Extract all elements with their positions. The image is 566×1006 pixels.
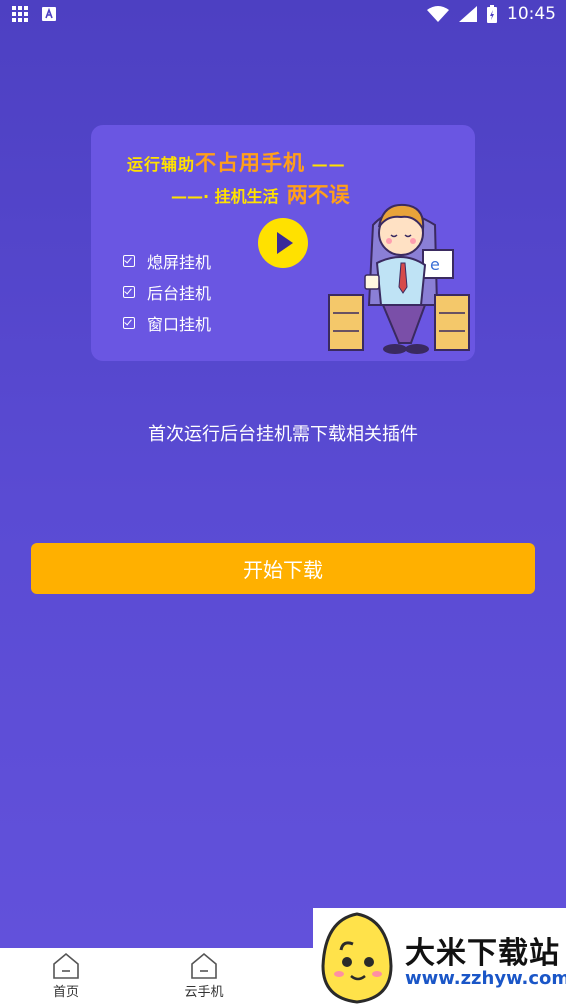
svg-text:e: e — [430, 255, 440, 274]
play-icon[interactable] — [258, 218, 308, 268]
feature-label: 窗口挂机 — [147, 314, 212, 334]
nav-item-home[interactable]: 首页 — [26, 952, 106, 1000]
feature-label: 熄屏挂机 — [147, 252, 212, 272]
slogan-line2: ——· 挂机生活 两不误 — [171, 183, 350, 207]
wifi-icon — [427, 6, 449, 22]
watermark: 大米下载站 www.zzhyw.com — [313, 908, 566, 1006]
nav-label-home: 首页 — [52, 985, 79, 1000]
slogan-line2-prefix: 挂机生活 — [214, 187, 279, 206]
notification-a-icon — [42, 7, 56, 21]
egg-mascot-logo — [321, 912, 393, 1004]
signal-icon — [459, 6, 477, 22]
nav-label-cloud-phone: 云手机 — [184, 985, 224, 1000]
checkbox-icon — [123, 285, 135, 298]
status-time: 10:45 — [507, 4, 556, 24]
slogan-line1-highlight: 不占用手机 — [195, 151, 306, 175]
watermark-title: 大米下载站 — [405, 936, 560, 971]
checkbox-icon — [123, 254, 135, 267]
slogan-line1-prefix: 运行辅助 — [127, 155, 196, 174]
cloud-phone-icon — [191, 952, 217, 979]
home-icon — [53, 952, 79, 979]
feature-label: 后台挂机 — [147, 283, 212, 303]
start-download-button[interactable]: 开始下载 — [31, 543, 535, 594]
apps-grid-icon — [12, 6, 28, 22]
feature-item: 窗口挂机 — [123, 307, 211, 338]
download-hint: 首次运行后台挂机需下载相关插件 — [148, 424, 418, 445]
man-at-desk-illustration: e — [328, 203, 470, 354]
status-bar: 10:45 — [0, 0, 566, 30]
nav-item-cloud-phone[interactable]: 云手机 — [164, 952, 244, 1000]
battery-charging-icon — [487, 5, 497, 23]
watermark-url: www.zzhyw.com — [405, 968, 566, 989]
feature-list: 熄屏挂机 后台挂机 窗口挂机 — [123, 245, 211, 338]
feature-item: 熄屏挂机 — [123, 245, 211, 276]
feature-item: 后台挂机 — [123, 276, 211, 307]
slogan-line1: 运行辅助不占用手机 —— — [127, 151, 346, 175]
checkbox-icon — [123, 316, 135, 329]
promo-banner[interactable]: 运行辅助不占用手机 —— ——· 挂机生活 两不误 熄屏挂机 后台挂机 窗口挂机 … — [91, 125, 475, 361]
